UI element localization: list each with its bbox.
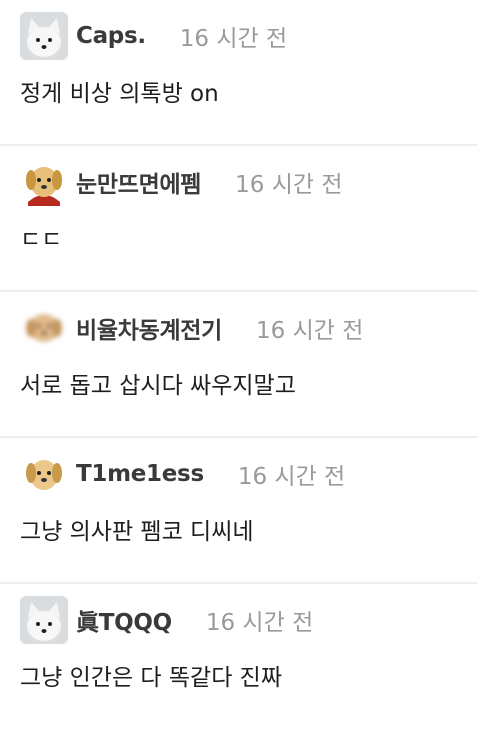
comment-header: 비율차동계전기 16 시간 전 [20,304,477,352]
username[interactable]: T1me1ess [76,461,204,487]
comment-text: 서로 돕고 삽시다 싸우지말고 [20,373,296,399]
white-fox-avatar-icon[interactable] [20,12,68,60]
comment-item: 眞TQQQ 16 시간 전 그냥 인간은 다 똑같다 진짜 [0,584,477,730]
username[interactable]: 비율차동계전기 [76,311,222,345]
comment-item: Caps. 16 시간 전 정게 비상 의톡방 on [0,0,477,146]
timestamp: 16 시간 전 [205,610,314,636]
comment-header: 眞TQQQ 16 시간 전 [20,596,477,644]
username[interactable]: Caps. [76,23,146,49]
timestamp: 16 시간 전 [179,26,288,52]
blurred-dog-avatar-icon[interactable] [20,304,68,352]
comment-header: 눈만뜨면에펨 16 시간 전 [20,158,477,206]
timestamp: 16 시간 전 [256,318,364,344]
username[interactable]: 눈만뜨면에펨 [76,165,201,199]
comment-header: T1me1ess 16 시간 전 [20,450,477,498]
comment-text: 그냥 인간은 다 똑같다 진짜 [20,665,283,691]
comment-item: 눈만뜨면에펨 16 시간 전 ㄷㄷ [0,146,477,292]
comment-item: T1me1ess 16 시간 전 그냥 의사판 펨코 디씨네 [0,438,477,584]
timestamp: 16 시간 전 [235,172,343,198]
comment-text: 정게 비상 의톡방 on [20,81,219,107]
comment-text: 그냥 의사판 펨코 디씨네 [20,519,254,545]
comment-text: ㄷㄷ [20,227,63,253]
dog-avatar-icon[interactable] [20,450,68,498]
comment-list: Caps. 16 시간 전 정게 비상 의톡방 on 눈만뜨면에펨 16 시간 … [0,0,477,730]
white-fox-avatar-icon[interactable] [20,596,68,644]
username[interactable]: 眞TQQQ [76,603,172,637]
dog-avatar-icon[interactable] [20,158,68,206]
timestamp: 16 시간 전 [237,464,346,490]
comment-header: Caps. 16 시간 전 [20,12,477,60]
comment-item: 비율차동계전기 16 시간 전 서로 돕고 삽시다 싸우지말고 [0,292,477,438]
